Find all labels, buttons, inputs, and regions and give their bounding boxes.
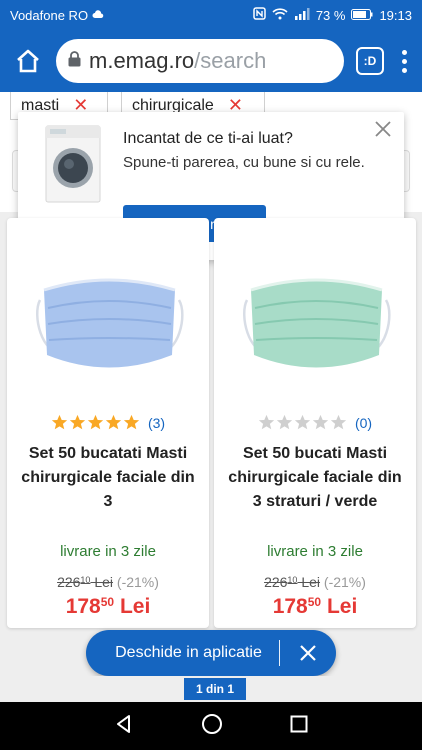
star-empty-icon (276, 414, 293, 430)
menu-dot (401, 49, 407, 55)
close-banner-button[interactable] (280, 644, 336, 662)
review-count[interactable]: (0) (355, 415, 372, 431)
product-grid: (3) Set 50 bucatati Masti chirurgicale f… (0, 212, 422, 636)
price-currency: Lei (321, 595, 358, 618)
battery-percent: 73 % (315, 7, 346, 23)
circle-home-icon (201, 713, 222, 734)
rating-stars (51, 414, 140, 431)
star-filled-icon (105, 414, 122, 430)
popup-title: Incantat de ce ti-ai luat? (123, 130, 293, 147)
star-empty-icon (312, 414, 329, 430)
old-price-int: 226 (264, 574, 288, 590)
close-icon (375, 121, 391, 137)
star-empty-icon (294, 414, 311, 430)
clock: 19:13 (379, 7, 412, 23)
home-button[interactable] (8, 41, 48, 81)
lock-icon (68, 50, 81, 72)
old-price: 22610 Lei (-21%) (214, 574, 416, 590)
star-empty-icon (330, 414, 347, 430)
star-filled-icon (123, 414, 140, 430)
old-price-currency: Lei (90, 574, 114, 590)
rating-stars (258, 414, 347, 431)
product-card[interactable]: (0) Set 50 bucati Masti chirurgicale fac… (214, 218, 416, 628)
open-in-app-button[interactable]: Deschide in aplicatie (86, 644, 279, 662)
square-recents-icon (290, 715, 308, 732)
battery-icon (351, 8, 373, 23)
open-in-app-banner: Deschide in aplicatie (86, 630, 336, 676)
product-image-green-mask[interactable] (239, 260, 394, 400)
nfc-icon (253, 7, 266, 23)
old-price-dec: 10 (287, 575, 298, 585)
discount-percent: (-21%) (116, 574, 159, 590)
url-domain: m.emag.ro (89, 48, 195, 73)
back-button[interactable] (114, 714, 134, 739)
discount-percent: (-21%) (323, 574, 366, 590)
carrier: Vodafone RO (10, 8, 253, 23)
washing-machine-thumbnail (36, 122, 110, 208)
price-dec: 50 (307, 595, 322, 609)
old-price-int: 226 (57, 574, 81, 590)
star-filled-icon (87, 414, 104, 430)
price-int: 178 (272, 595, 308, 618)
product-title[interactable]: Set 50 bucatati Masti chirurgicale facia… (15, 442, 201, 514)
old-price: 22610 Lei (-21%) (7, 574, 209, 590)
url-text: m.emag.ro/search (89, 48, 266, 74)
product-rating: (0) (214, 414, 416, 431)
menu-dot (401, 67, 407, 73)
product-image-blue-mask[interactable] (32, 260, 187, 400)
close-icon (300, 645, 316, 661)
carrier-name: Vodafone RO (10, 7, 89, 23)
delivery-info: livrare in 3 zile (60, 543, 156, 560)
wifi-icon (272, 7, 288, 23)
review-count[interactable]: (3) (148, 415, 165, 431)
browser-toolbar: m.emag.ro/search :D (0, 30, 422, 92)
home-icon (17, 49, 39, 73)
system-nav-bar (0, 702, 422, 750)
address-bar[interactable]: m.emag.ro/search (56, 39, 344, 83)
delivery-info: livrare in 3 zile (267, 543, 363, 560)
page-indicator: 1 din 1 (184, 678, 246, 700)
star-empty-icon (258, 414, 275, 430)
url-path: /search (194, 48, 267, 73)
status-bar: Vodafone RO 73 % 19:13 (0, 0, 422, 30)
menu-dot (401, 58, 407, 64)
popup-text: Spune-ti parerea, cu bune si cu rele. (123, 154, 365, 171)
star-filled-icon (51, 414, 68, 430)
back-icon (116, 714, 130, 733)
cloud-icon (92, 10, 104, 18)
product-title[interactable]: Set 50 bucati Masti chirurgicale faciale… (222, 442, 408, 514)
price-dec: 50 (100, 595, 115, 609)
browser-menu-button[interactable] (394, 49, 414, 73)
tab-switcher-button[interactable]: :D (356, 47, 384, 75)
signal-icon (294, 7, 310, 23)
divider (279, 640, 280, 666)
price-int: 178 (65, 595, 101, 618)
home-nav-button[interactable] (201, 713, 223, 740)
product-rating: (3) (7, 414, 209, 431)
recents-button[interactable] (290, 715, 308, 738)
current-price: 17850 Lei (7, 595, 209, 619)
product-card[interactable]: (3) Set 50 bucatati Masti chirurgicale f… (7, 218, 209, 628)
star-filled-icon (69, 414, 86, 430)
price-currency: Lei (114, 595, 151, 618)
current-price: 17850 Lei (214, 595, 416, 619)
old-price-dec: 10 (80, 575, 91, 585)
old-price-currency: Lei (297, 574, 321, 590)
close-popup-button[interactable] (372, 118, 394, 140)
